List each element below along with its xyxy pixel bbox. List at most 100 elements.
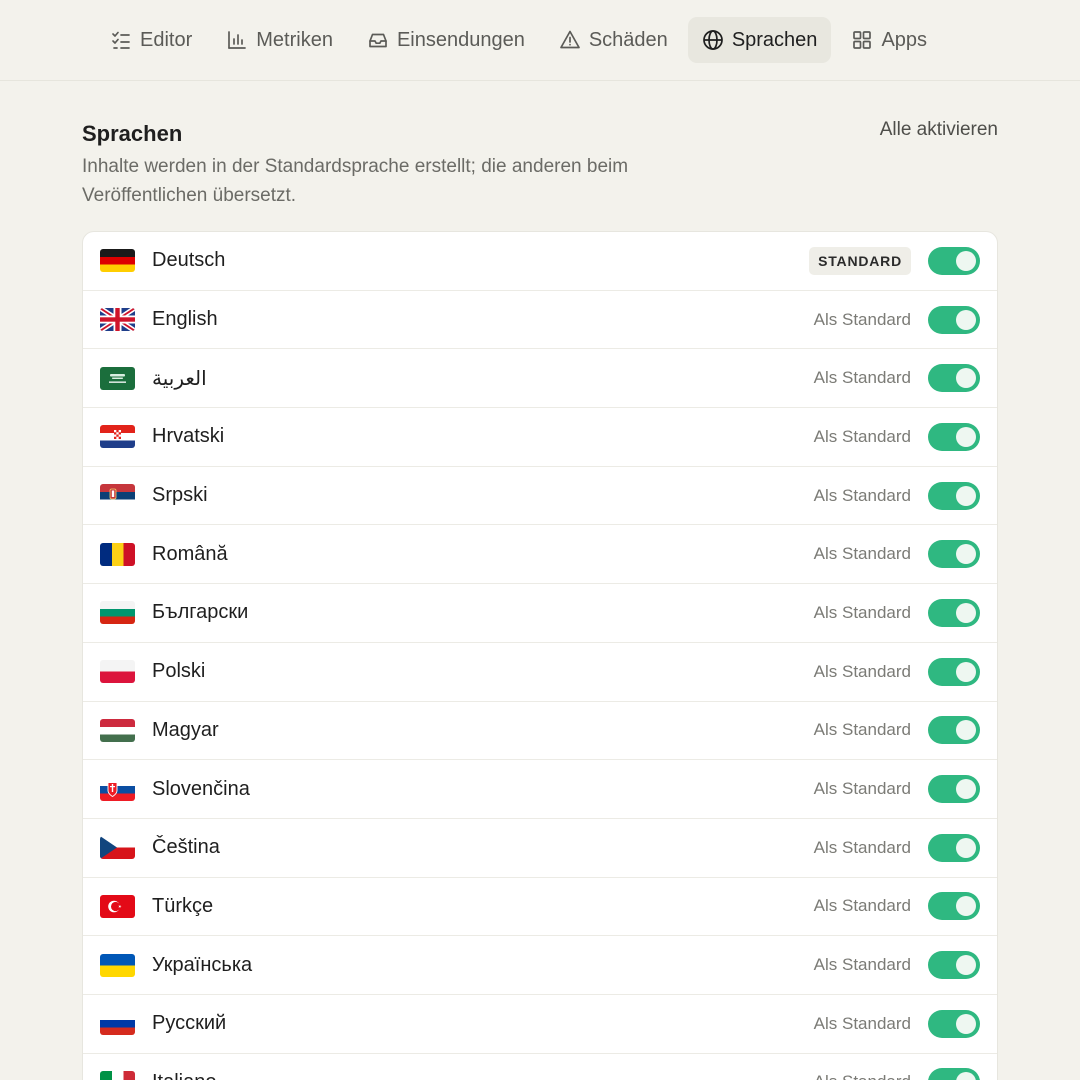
make-default-button[interactable]: Als Standard	[814, 486, 911, 506]
make-default-button[interactable]: Als Standard	[814, 779, 911, 799]
ru-flag-icon	[100, 1012, 135, 1036]
language-name: Srpski	[152, 484, 208, 507]
language-name: Slovenčina	[152, 777, 250, 800]
pl-flag-icon	[100, 660, 135, 684]
de-flag-icon	[100, 249, 135, 273]
make-default-button[interactable]: Als Standard	[814, 603, 911, 623]
toggle-knob	[956, 1013, 976, 1034]
toggle-knob	[956, 485, 976, 506]
checklist-icon	[110, 29, 132, 51]
tab-apps[interactable]: Apps	[837, 17, 941, 63]
language-name: Български	[152, 601, 249, 624]
toggle-knob	[956, 426, 976, 447]
tab-bar: Editor Metriken Einsendungen Schäden Spr…	[96, 17, 941, 63]
bg-flag-icon	[100, 601, 135, 625]
toggle-knob	[956, 250, 976, 271]
language-name: Hrvatski	[152, 425, 225, 448]
tr-flag-icon	[100, 894, 135, 918]
language-toggle[interactable]	[928, 775, 980, 804]
language-name: Italiano	[152, 1071, 814, 1080]
make-default-button[interactable]: Als Standard	[814, 1072, 911, 1080]
language-row: Magyar Als Standard	[83, 702, 997, 761]
language-toggle[interactable]	[928, 540, 980, 569]
language-row: Română Als Standard	[83, 525, 997, 585]
globe-icon	[702, 29, 724, 51]
sk-flag-icon	[100, 777, 135, 801]
tab-label: Sprachen	[731, 28, 818, 51]
language-toggle[interactable]	[928, 951, 980, 980]
it-flag-icon	[100, 1070, 135, 1080]
language-name: Magyar	[152, 718, 219, 741]
make-default-button[interactable]: Als Standard	[814, 427, 911, 447]
toggle-knob	[956, 309, 976, 330]
language-toggle[interactable]	[928, 1068, 980, 1080]
language-name: Русский	[152, 1012, 227, 1035]
language-row: Srpski Als Standard	[83, 467, 997, 526]
make-default-button[interactable]: Als Standard	[814, 1014, 911, 1034]
page-title: Sprachen	[82, 121, 183, 146]
language-row: Italiano Als Standard	[83, 1054, 997, 1080]
language-list: Deutsch STANDARD English Als Standard ال…	[82, 231, 998, 1080]
tab-metriken[interactable]: Metriken	[212, 17, 347, 63]
language-name: English	[152, 308, 218, 331]
make-default-button[interactable]: Als Standard	[814, 662, 911, 682]
make-default-button[interactable]: Als Standard	[814, 310, 911, 330]
toggle-knob	[956, 1072, 976, 1080]
language-row: Slovenčina Als Standard	[83, 760, 997, 819]
language-toggle[interactable]	[928, 716, 980, 745]
language-row: Deutsch STANDARD	[83, 232, 997, 291]
language-toggle[interactable]	[928, 833, 980, 862]
tab-label: Metriken	[256, 28, 333, 51]
language-toggle[interactable]	[928, 364, 980, 393]
language-toggle[interactable]	[928, 481, 980, 510]
language-toggle[interactable]	[928, 1009, 980, 1038]
make-default-button[interactable]: Als Standard	[814, 838, 911, 858]
language-toggle[interactable]	[928, 657, 980, 686]
tab-einsendungen[interactable]: Einsendungen	[353, 17, 539, 63]
language-row: Türkçe Als Standard	[83, 878, 997, 937]
make-default-button[interactable]: Als Standard	[814, 896, 911, 916]
grid-icon	[851, 29, 873, 51]
language-name: Polski	[152, 660, 206, 683]
bar-chart-icon	[226, 29, 248, 51]
rs-flag-icon	[100, 484, 135, 508]
sa-flag-icon	[100, 366, 135, 390]
language-toggle[interactable]	[928, 598, 980, 627]
language-toggle[interactable]	[928, 422, 980, 451]
language-row: Čeština Als Standard	[83, 819, 997, 878]
enable-all-button[interactable]: Alle aktivieren	[880, 119, 998, 141]
toggle-knob	[956, 661, 976, 682]
toggle-knob	[956, 837, 976, 858]
tab-sprachen[interactable]: Sprachen	[687, 17, 832, 63]
hu-flag-icon	[100, 718, 135, 742]
page-description: Inhalte werden in der Standardsprache er…	[82, 156, 629, 206]
language-toggle[interactable]	[928, 246, 980, 275]
language-row: Български Als Standard	[83, 584, 997, 643]
ro-flag-icon	[100, 542, 135, 566]
tab-editor[interactable]: Editor	[96, 17, 206, 63]
language-toggle[interactable]	[928, 892, 980, 921]
toggle-knob	[956, 368, 976, 389]
make-default-button[interactable]: Als Standard	[814, 368, 911, 388]
cz-flag-icon	[100, 836, 135, 860]
language-name: Deutsch	[152, 249, 226, 272]
tab-schaeden[interactable]: Schäden	[545, 17, 682, 63]
top-navigation: Editor Metriken Einsendungen Schäden Spr…	[0, 0, 1080, 81]
tab-label: Schäden	[588, 28, 668, 51]
language-name: Čeština	[152, 836, 220, 859]
warning-icon	[559, 29, 581, 51]
toggle-knob	[956, 896, 976, 917]
gb-flag-icon	[100, 308, 135, 332]
tab-label: Einsendungen	[396, 28, 525, 51]
toggle-knob	[956, 720, 976, 741]
make-default-button[interactable]: Als Standard	[814, 720, 911, 740]
ua-flag-icon	[100, 953, 135, 977]
toggle-knob	[956, 955, 976, 976]
toggle-knob	[956, 544, 976, 565]
language-name: Română	[152, 542, 228, 565]
make-default-button[interactable]: Als Standard	[814, 544, 911, 564]
make-default-button[interactable]: Als Standard	[814, 955, 911, 975]
language-toggle[interactable]	[928, 305, 980, 334]
language-name: Türkçe	[152, 894, 214, 917]
language-row: Українська Als Standard	[83, 936, 997, 995]
